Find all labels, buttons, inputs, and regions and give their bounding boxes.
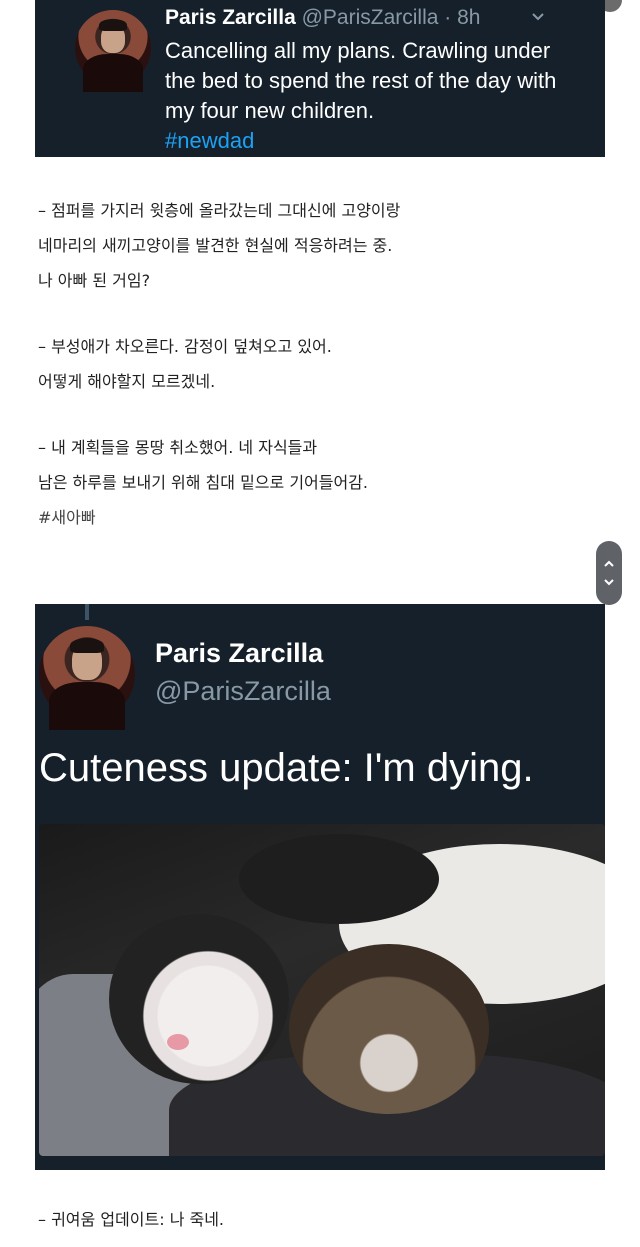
- translation-line: 네마리의 새끼고양이를 발견한 현실에 적응하려는 중.: [38, 236, 393, 255]
- photo-caption: – 귀여움 업데이트: 나 죽네.: [38, 1210, 225, 1229]
- chevron-up-icon[interactable]: [603, 558, 615, 570]
- tweet-author-handle[interactable]: @ParisZarcilla: [155, 676, 331, 707]
- kittens-photo[interactable]: [39, 824, 605, 1156]
- translation-line: 나 아빠 된 거임?: [38, 271, 151, 290]
- avatar-body: [48, 681, 126, 730]
- translation-block-2: – 부성애가 차오른다. 감정이 덮쳐오고 있어. 어떻게 해야할지 모르겠네.: [38, 329, 598, 399]
- tweet-author-name[interactable]: Paris Zarcilla: [155, 638, 323, 669]
- tweet-author-name[interactable]: Paris Zarcilla: [165, 6, 296, 29]
- avatar[interactable]: [75, 10, 151, 93]
- translation-line: – 부성애가 차오른다. 감정이 덮쳐오고 있어.: [38, 337, 332, 356]
- mother-cat-stripe: [239, 834, 439, 924]
- translation-block-1: – 점퍼를 가지러 윗층에 올라갔는데 그대신에 고양이랑 네마리의 새끼고양이…: [38, 193, 598, 298]
- kitten-tabby: [289, 944, 489, 1114]
- translation-line: – 점퍼를 가지러 윗층에 올라갔는데 그대신에 고양이랑: [38, 201, 401, 220]
- translation-line: 어떻게 해야할지 모르겠네.: [38, 372, 216, 391]
- tweet-hashtag[interactable]: #newdad: [165, 128, 254, 153]
- scroll-control[interactable]: [596, 541, 622, 605]
- tweet-body: Cancelling all my plans. Crawling under …: [165, 36, 565, 156]
- tweet-time[interactable]: · 8h: [444, 6, 480, 29]
- translation-line: – 내 계획들을 몽땅 취소했어. 네 자식들과: [38, 438, 318, 457]
- chevron-down-icon[interactable]: [531, 10, 545, 24]
- kitten-nose: [167, 1034, 189, 1050]
- thread-connector: [85, 604, 89, 620]
- tweet-text: Cuteness update: I'm dying.: [39, 746, 534, 790]
- tweet-card-1[interactable]: Paris Zarcilla @ParisZarcilla · 8h Cance…: [35, 0, 605, 157]
- avatar-hair: [69, 637, 105, 653]
- translation-hashtag: #새아빠: [38, 508, 96, 527]
- avatar-body: [82, 54, 144, 93]
- chevron-down-icon[interactable]: [603, 576, 615, 588]
- avatar[interactable]: [39, 626, 135, 730]
- tweet-card-2[interactable]: Paris Zarcilla @ParisZarcilla Cuteness u…: [35, 604, 605, 1170]
- tweet-author-handle[interactable]: @ParisZarcilla: [302, 6, 439, 29]
- tweet-text: Cancelling all my plans. Crawling under …: [165, 38, 557, 123]
- tweet-header: Paris Zarcilla @ParisZarcilla · 8h: [165, 6, 480, 30]
- translation-block-3: – 내 계획들을 몽땅 취소했어. 네 자식들과 남은 하루를 보내기 위해 침…: [38, 430, 598, 535]
- kitten-white: [109, 914, 289, 1084]
- translation-line: 남은 하루를 보내기 위해 침대 밑으로 기어들어감.: [38, 473, 369, 492]
- avatar-hair: [99, 19, 127, 32]
